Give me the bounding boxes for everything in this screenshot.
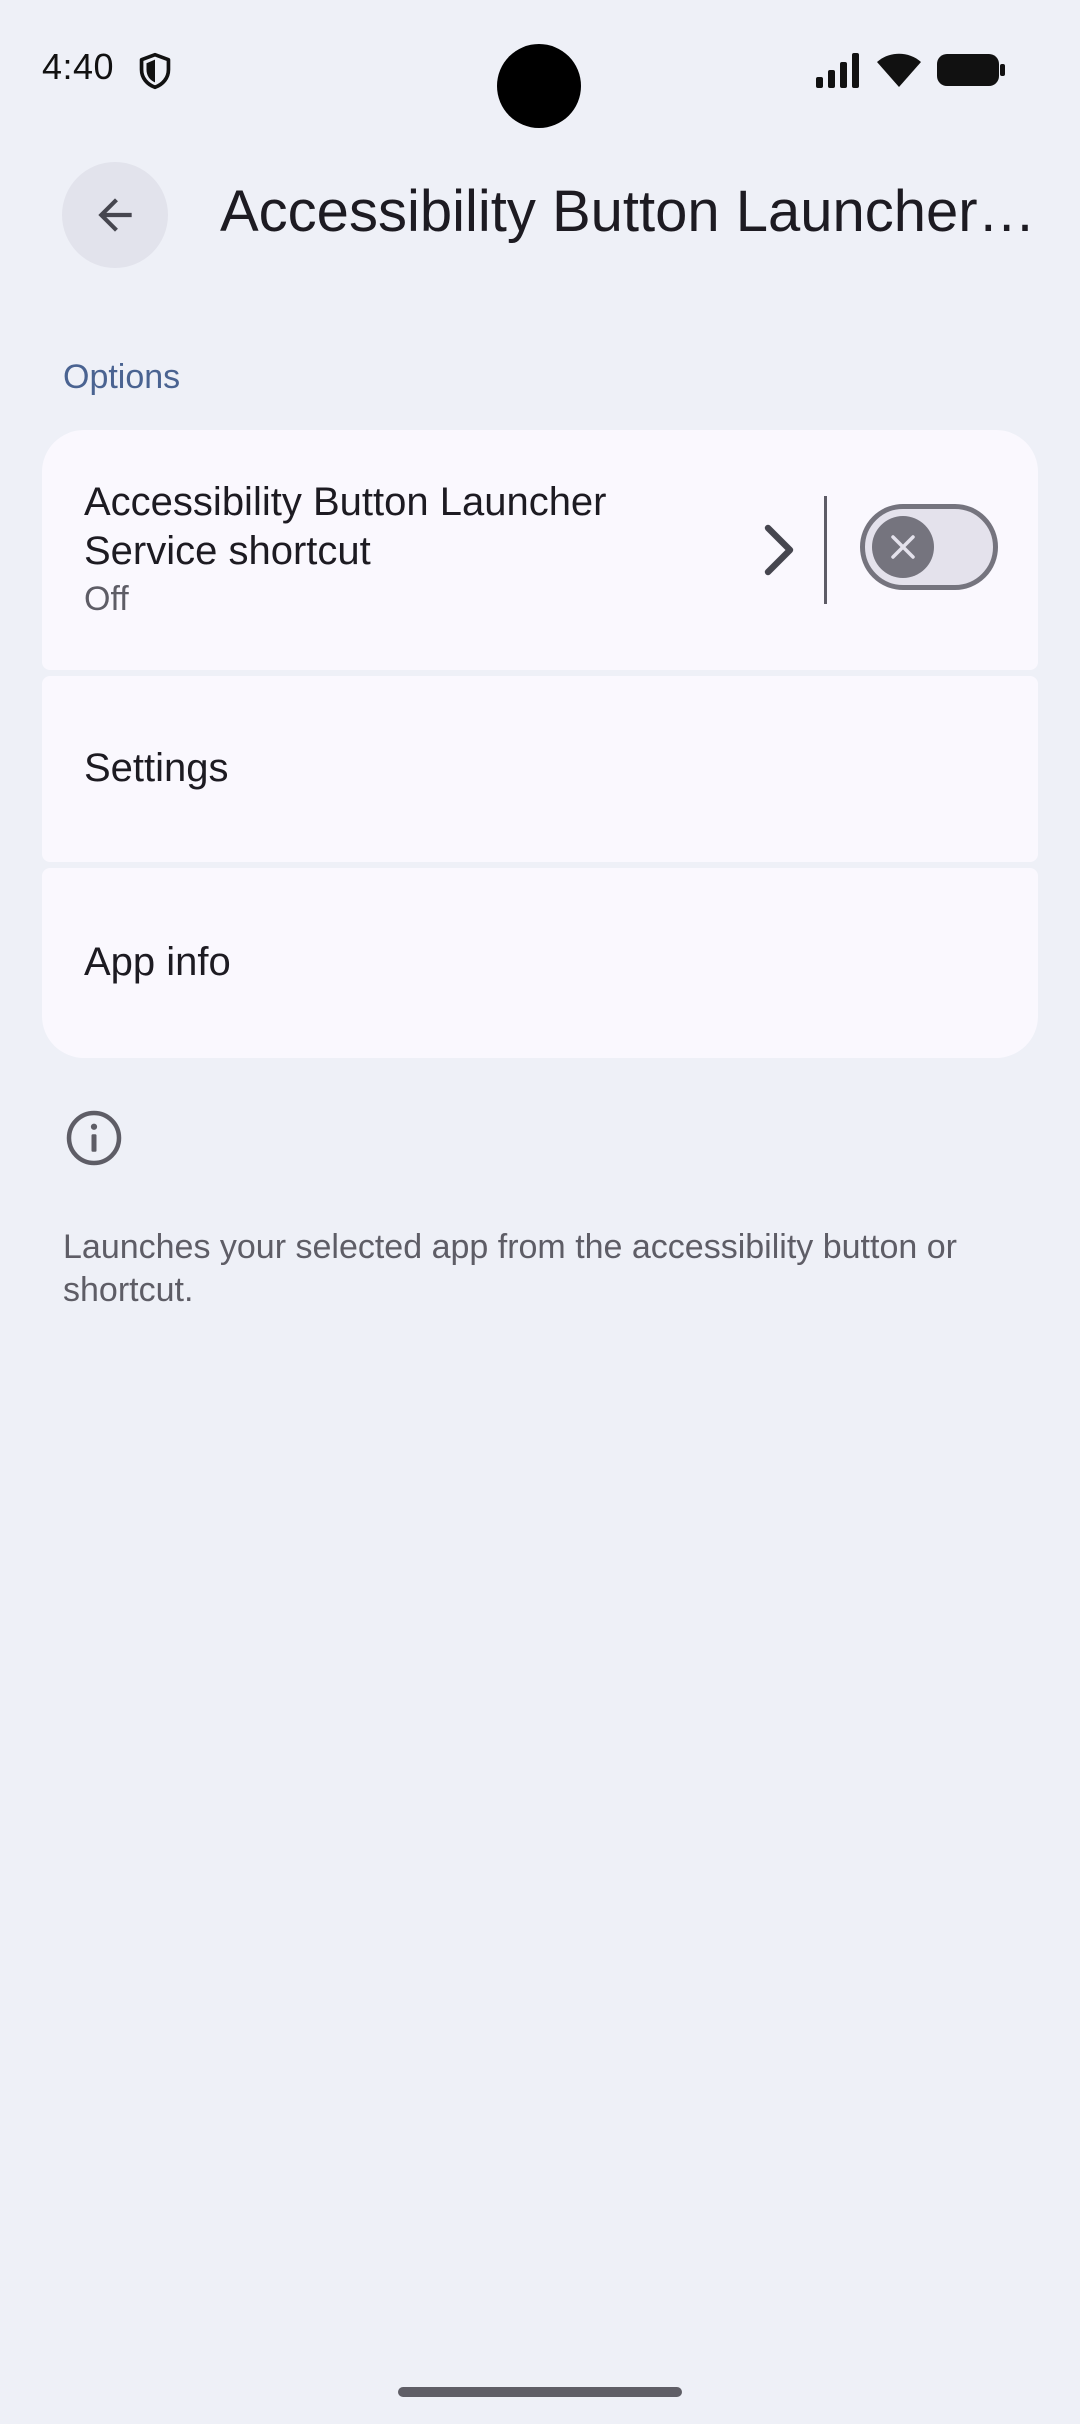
camera-cutout <box>497 44 581 128</box>
section-header-options: Options <box>63 358 181 396</box>
status-bar: 4:40 <box>0 0 1080 140</box>
app-info-label: App info <box>84 940 231 984</box>
wifi-icon <box>877 53 921 87</box>
page-title: Accessibility Button Launcher Service <box>220 179 1040 244</box>
info-icon <box>66 1110 122 1166</box>
arrow-back-icon <box>98 198 132 232</box>
chevron-right-icon <box>764 524 794 576</box>
shortcut-title: Accessibility Button Launcher Service sh… <box>84 480 607 573</box>
battery-icon <box>937 54 1005 86</box>
signal-icon <box>816 53 859 88</box>
status-icons <box>814 50 1006 90</box>
back-button[interactable] <box>62 162 168 268</box>
settings-item[interactable]: Settings <box>42 676 1038 862</box>
shortcut-toggle-switch[interactable] <box>860 504 998 590</box>
close-icon <box>891 535 915 559</box>
shortcut-preference-item[interactable]: Accessibility Button Launcher Service sh… <box>42 430 1038 670</box>
app-info-item[interactable]: App info <box>42 868 1038 1058</box>
shield-icon <box>139 52 171 90</box>
footer-description: Launches your selected app from the acce… <box>63 1228 957 1309</box>
navigation-handle[interactable] <box>398 2387 682 2397</box>
toggle-thumb <box>872 516 934 578</box>
shortcut-summary: Off <box>84 580 129 618</box>
status-time: 4:40 <box>42 46 115 87</box>
vertical-divider <box>824 496 827 604</box>
settings-label: Settings <box>84 746 229 790</box>
